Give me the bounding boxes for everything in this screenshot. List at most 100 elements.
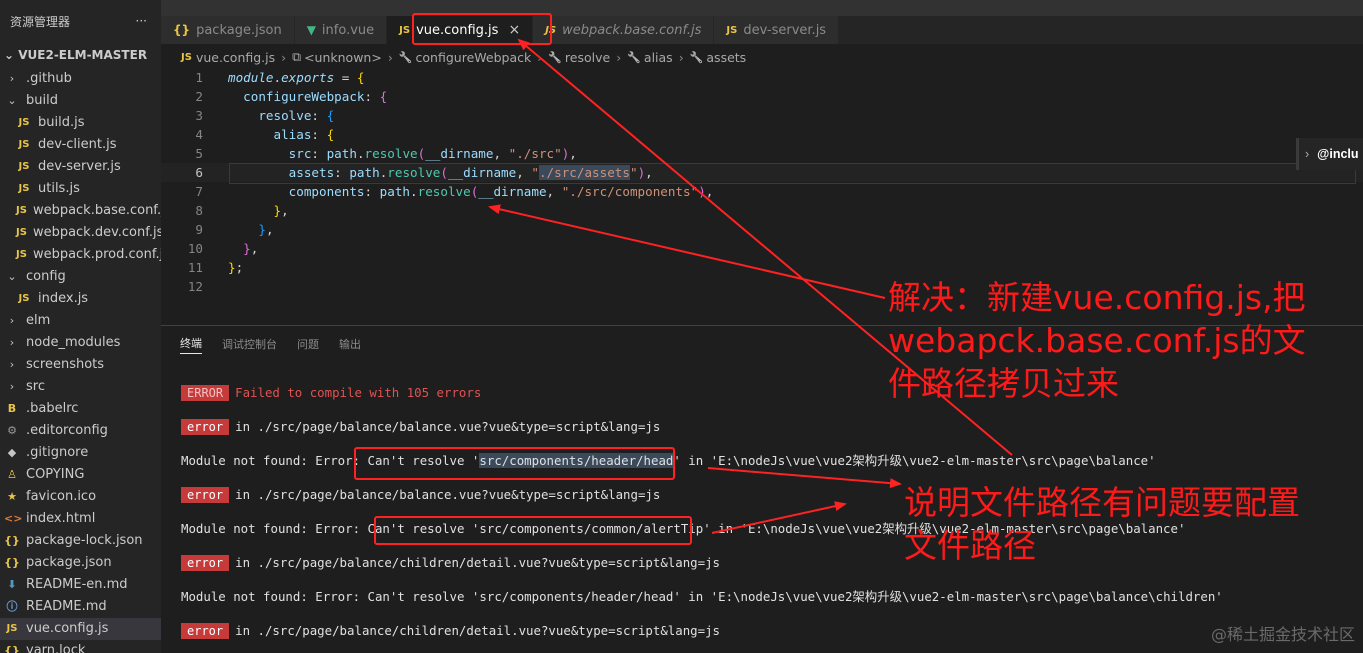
peek-widget[interactable]: › @inclu bbox=[1299, 138, 1363, 170]
file-tree-item-label: src bbox=[26, 379, 45, 394]
code-line: 3 resolve: { bbox=[161, 106, 1363, 125]
error-location: in ./src/page/balance/children/detail.vu… bbox=[235, 555, 721, 570]
error-location: in ./src/page/balance/children/detail.vu… bbox=[235, 623, 721, 638]
file-tree-item-label: elm bbox=[26, 313, 51, 328]
file-tree-item-label: yarn.lock bbox=[26, 643, 86, 653]
json-file-icon: {} bbox=[4, 556, 20, 569]
file-tree-item-label: .editorconfig bbox=[26, 423, 108, 438]
ellipsis-icon[interactable]: ··· bbox=[136, 14, 147, 28]
file-tree-item[interactable]: ★ favicon.ico bbox=[0, 486, 161, 508]
editor-tab[interactable]: JS dev-server.js bbox=[714, 16, 840, 44]
file-tree-item[interactable]: › screenshots bbox=[0, 354, 161, 376]
file-tree-item[interactable]: JS build.js bbox=[0, 112, 161, 134]
line-number: 2 bbox=[195, 89, 203, 104]
chevron-right-icon[interactable]: › bbox=[1305, 147, 1309, 161]
annotation-line: 说明文件路径有问题要配置 bbox=[904, 483, 1300, 522]
code-line-current: 6 assets: path.resolve(__dirname, "./src… bbox=[161, 163, 1363, 184]
file-tree-item[interactable]: JS webpack.base.conf.js bbox=[0, 200, 161, 222]
annotation-note-problem: 说明文件路径有问题要配置 文件路径 bbox=[904, 481, 1300, 567]
editor-tab[interactable]: JS webpack.base.conf.js bbox=[533, 16, 715, 44]
file-tree-item-label: COPYING bbox=[26, 467, 85, 482]
file-tree-item[interactable]: {} package-lock.json bbox=[0, 530, 161, 552]
annotation-box-path-2 bbox=[374, 516, 692, 545]
editor-tab[interactable]: {} package.json bbox=[161, 16, 295, 44]
file-tree-item-label: utils.js bbox=[38, 181, 80, 196]
error-badge: error bbox=[181, 623, 230, 639]
markdown-icon: ⬇ bbox=[7, 578, 17, 591]
editor-tab[interactable]: ▼ info.vue bbox=[294, 16, 388, 44]
file-tree-item-label: config bbox=[26, 269, 66, 284]
chevron-right-icon: › bbox=[9, 72, 15, 85]
wrench-icon: 🔧 bbox=[548, 50, 562, 64]
file-tree-item-label: dev-server.js bbox=[38, 159, 121, 174]
panel-tab[interactable]: 调试控制台 bbox=[222, 336, 277, 352]
breadcrumb-item[interactable]: <unknown> bbox=[304, 50, 382, 65]
file-tree-item[interactable]: ⌄ build bbox=[0, 90, 161, 112]
file-tree-item[interactable]: JS index.js bbox=[0, 288, 161, 310]
panel-tab[interactable]: 问题 bbox=[297, 336, 319, 352]
file-tree-item[interactable]: JS dev-server.js bbox=[0, 156, 161, 178]
breadcrumb-item[interactable]: vue.config.js bbox=[196, 50, 275, 65]
explorer-root-folder[interactable]: ⌄ VUE2-ELM-MASTER bbox=[0, 42, 161, 68]
file-tree-item[interactable]: ♙ COPYING bbox=[0, 464, 161, 486]
code-line: 9 }, bbox=[161, 220, 1363, 239]
js-file-icon: JS bbox=[16, 249, 27, 260]
breadcrumb-item[interactable]: alias bbox=[644, 50, 673, 65]
annotation-box-path-1 bbox=[354, 447, 675, 480]
file-tree-item[interactable]: JS webpack.prod.conf.js bbox=[0, 244, 161, 266]
breadcrumb-item[interactable]: resolve bbox=[565, 50, 610, 65]
file-tree-item[interactable]: {} yarn.lock bbox=[0, 640, 161, 653]
error-badge: error bbox=[181, 487, 230, 503]
panel-tab[interactable]: 终端 bbox=[180, 335, 202, 354]
file-tree-item[interactable]: JS webpack.dev.conf.js bbox=[0, 222, 161, 244]
line-number: 8 bbox=[195, 203, 203, 218]
terminal-line: error in ./src/page/balance/balance.vue?v… bbox=[181, 418, 1223, 452]
explorer-header: 资源管理器 ··· bbox=[0, 0, 161, 42]
git-icon: ◆ bbox=[7, 446, 17, 459]
explorer-sidebar: 资源管理器 ··· ⌄ VUE2-ELM-MASTER › .github ⌄ bui… bbox=[0, 0, 161, 653]
chevron-right-icon: › bbox=[537, 49, 543, 65]
root-folder-label: VUE2-ELM-MASTER bbox=[18, 48, 148, 62]
file-tree-item[interactable]: {} package.json bbox=[0, 552, 161, 574]
annotation-box-tab bbox=[412, 13, 552, 45]
file-tree-item[interactable]: › .github bbox=[0, 68, 161, 90]
file-tree-item[interactable]: B .babelrc bbox=[0, 398, 161, 420]
js-file-icon: JS bbox=[726, 24, 738, 36]
file-tree-item[interactable]: › elm bbox=[0, 310, 161, 332]
editor-tab-label: dev-server.js bbox=[743, 22, 827, 38]
line-number: 11 bbox=[187, 260, 203, 275]
file-tree-item[interactable]: ⬇ README-en.md bbox=[0, 574, 161, 596]
code-line: 1 module.exports = { bbox=[161, 68, 1363, 87]
breadcrumb-item[interactable]: assets bbox=[706, 50, 746, 65]
file-tree-item[interactable]: JS vue.config.js bbox=[0, 618, 161, 640]
code-line: 10 }, bbox=[161, 239, 1363, 258]
line-number: 5 bbox=[195, 146, 203, 161]
annotation-line: webapck.base.conf.js的文 bbox=[888, 321, 1306, 360]
annotation-note-solution: 解决：新建vue.config.js,把 webapck.base.conf.j… bbox=[888, 276, 1306, 405]
file-tree-item[interactable]: JS dev-client.js bbox=[0, 134, 161, 156]
file-tree-item[interactable]: ⚙ .editorconfig bbox=[0, 420, 161, 442]
vue-file-icon: ▼ bbox=[306, 23, 316, 37]
file-tree-item[interactable]: <> index.html bbox=[0, 508, 161, 530]
file-tree-item[interactable]: › node_modules bbox=[0, 332, 161, 354]
annotation-line: 文件路径 bbox=[904, 526, 1036, 565]
file-tree-item[interactable]: ⌄ config bbox=[0, 266, 161, 288]
module-icon: ⧉ bbox=[292, 49, 302, 64]
line-number: 6 bbox=[195, 165, 203, 180]
file-tree-item-label: package-lock.json bbox=[26, 533, 143, 548]
file-tree-item[interactable]: › src bbox=[0, 376, 161, 398]
breadcrumb-item[interactable]: configureWebpack bbox=[416, 50, 532, 65]
file-tree-item-label: .github bbox=[26, 71, 72, 86]
panel-tab[interactable]: 输出 bbox=[339, 336, 361, 352]
file-tree-item[interactable]: JS utils.js bbox=[0, 178, 161, 200]
file-tree-item[interactable]: ◆ .gitignore bbox=[0, 442, 161, 464]
error-location: in ./src/page/balance/balance.vue?vue&ty… bbox=[235, 419, 661, 434]
code-line: 2 configureWebpack: { bbox=[161, 87, 1363, 106]
terminal-line: error in ./src/page/balance/children/deta… bbox=[181, 622, 1223, 653]
file-tree-item[interactable]: ⓘ README.md bbox=[0, 596, 161, 618]
info-icon: ⓘ bbox=[6, 600, 18, 613]
chevron-right-icon: › bbox=[9, 358, 15, 371]
license-icon: ♙ bbox=[7, 468, 17, 481]
json-file-icon: {} bbox=[4, 534, 20, 547]
wrench-icon: 🔧 bbox=[398, 50, 413, 64]
